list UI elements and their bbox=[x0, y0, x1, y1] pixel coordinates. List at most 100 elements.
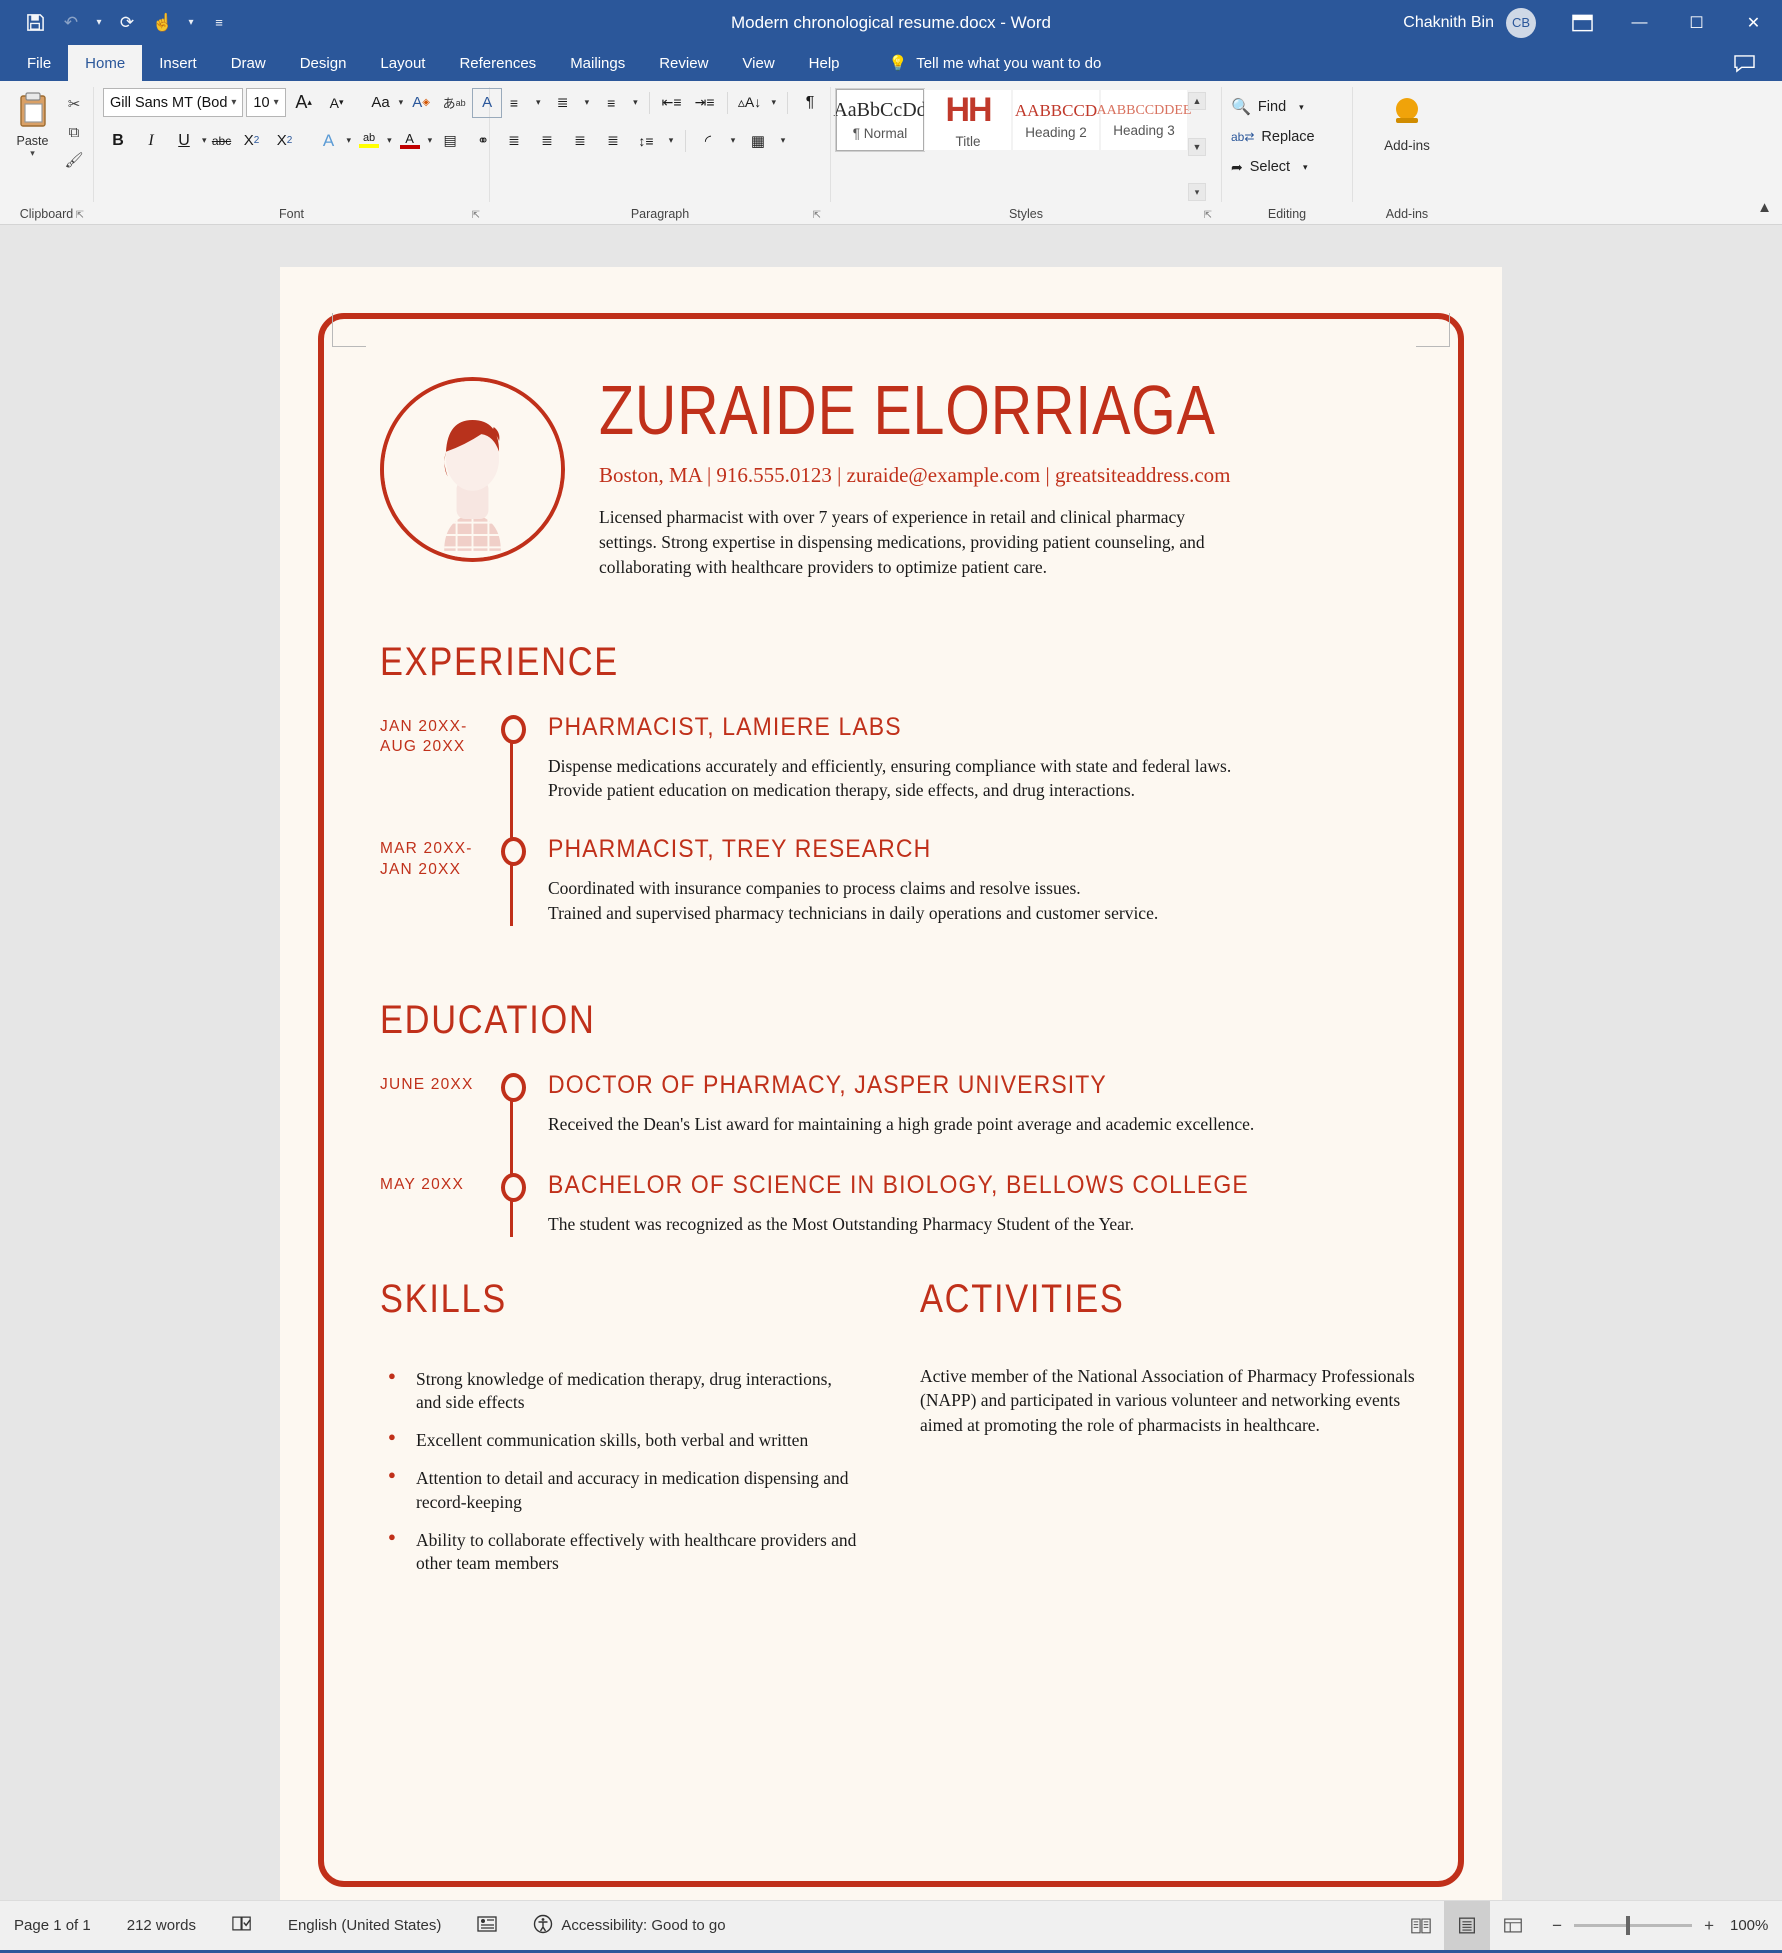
font-color-icon[interactable]: A bbox=[395, 126, 425, 156]
tab-draw[interactable]: Draw bbox=[214, 45, 283, 81]
dictate-status[interactable] bbox=[459, 1901, 515, 1950]
font-name-chevron-down-icon[interactable]: ▾ bbox=[227, 97, 240, 108]
add-ins-button[interactable]: Add-ins bbox=[1384, 86, 1430, 204]
comments-icon[interactable] bbox=[1733, 45, 1782, 81]
zoom-control[interactable]: − + bbox=[1536, 1916, 1730, 1936]
shading-icon[interactable]: ◜ bbox=[693, 126, 723, 156]
accessibility-status[interactable]: Accessibility: Good to go bbox=[515, 1901, 743, 1950]
save-icon[interactable] bbox=[18, 6, 52, 40]
font-dialog-launcher[interactable]: ⇱ bbox=[472, 210, 480, 221]
tab-review[interactable]: Review bbox=[642, 45, 725, 81]
zoom-slider-thumb[interactable] bbox=[1626, 1916, 1631, 1935]
multilevel-chevron-down-icon[interactable]: ▾ bbox=[629, 97, 642, 108]
maximize-icon[interactable]: ☐ bbox=[1668, 0, 1725, 45]
justify-icon[interactable]: ≣ bbox=[598, 126, 628, 156]
touch-mode-icon[interactable]: ☝ bbox=[146, 6, 180, 40]
style-normal[interactable]: AaBbCcDd ¶ Normal bbox=[833, 88, 927, 152]
tell-me-box[interactable]: 💡 Tell me what you want to do bbox=[857, 45, 1102, 81]
tab-layout[interactable]: Layout bbox=[363, 45, 442, 81]
cut-icon[interactable]: ✂ bbox=[60, 92, 88, 116]
borders-chevron-down-icon[interactable]: ▾ bbox=[776, 135, 790, 146]
increase-indent-icon[interactable]: ⇥≡ bbox=[690, 88, 720, 118]
sort-chevron-down-icon[interactable]: ▾ bbox=[768, 97, 781, 108]
redo-icon[interactable]: ⟳ bbox=[110, 6, 144, 40]
collapse-ribbon-icon[interactable]: ▲ bbox=[1757, 199, 1772, 216]
bold-icon[interactable]: B bbox=[103, 126, 133, 156]
undo-chevron-down-icon[interactable]: ▾ bbox=[90, 17, 108, 28]
zoom-level-label[interactable]: 100% bbox=[1730, 1917, 1782, 1934]
superscript-icon[interactable]: X2 bbox=[270, 126, 300, 156]
tab-view[interactable]: View bbox=[725, 45, 791, 81]
tab-help[interactable]: Help bbox=[792, 45, 857, 81]
italic-icon[interactable]: I bbox=[136, 126, 166, 156]
shrink-font-icon[interactable]: A ▾ bbox=[322, 88, 352, 118]
paste-chevron-down-icon[interactable]: ▾ bbox=[30, 148, 35, 159]
replace-button[interactable]: ab⇄ Replace bbox=[1227, 122, 1347, 152]
show-formatting-marks-icon[interactable]: ¶ bbox=[795, 88, 825, 118]
undo-icon[interactable]: ↶ bbox=[54, 6, 88, 40]
select-button[interactable]: ➦ Select ▾ bbox=[1227, 152, 1347, 182]
tab-design[interactable]: Design bbox=[283, 45, 364, 81]
ribbon-display-options-icon[interactable] bbox=[1554, 0, 1611, 45]
multilevel-list-icon[interactable]: ≡ bbox=[596, 88, 626, 118]
grow-font-icon[interactable]: A ▴ bbox=[289, 88, 319, 118]
line-spacing-icon[interactable]: ↕≡ bbox=[631, 126, 661, 156]
document-page[interactable]: ZURAIDE ELORRIAGA Boston, MA | 916.555.0… bbox=[280, 267, 1502, 1900]
font-size-input[interactable]: 10 ▾ bbox=[246, 88, 286, 117]
text-highlight-color-icon[interactable]: ab bbox=[354, 126, 384, 156]
underline-chevron-down-icon[interactable]: ▾ bbox=[202, 135, 207, 146]
print-layout-view-button[interactable] bbox=[1444, 1901, 1491, 1950]
align-left-icon[interactable]: ≣ bbox=[499, 126, 529, 156]
read-mode-view-button[interactable] bbox=[1398, 1901, 1444, 1950]
bullets-icon[interactable]: ≡ bbox=[499, 88, 529, 118]
language-indicator[interactable]: English (United States) bbox=[270, 1901, 459, 1950]
numbering-icon[interactable]: ≣ bbox=[548, 88, 578, 118]
highlight-chevron-down-icon[interactable]: ▾ bbox=[387, 135, 392, 146]
minimize-icon[interactable]: — bbox=[1611, 0, 1668, 45]
tab-insert[interactable]: Insert bbox=[142, 45, 214, 81]
bullets-chevron-down-icon[interactable]: ▾ bbox=[532, 97, 545, 108]
styles-more-icon[interactable]: ▾ bbox=[1188, 183, 1206, 201]
text-effects-chevron-down-icon[interactable]: ▾ bbox=[347, 135, 352, 146]
tab-references[interactable]: References bbox=[442, 45, 553, 81]
word-count[interactable]: 212 words bbox=[109, 1901, 214, 1950]
subscript-icon[interactable]: X2 bbox=[237, 126, 267, 156]
change-case-chevron-down-icon[interactable]: ▾ bbox=[399, 97, 404, 108]
customize-qat-icon[interactable]: ≡ bbox=[202, 6, 236, 40]
tab-mailings[interactable]: Mailings bbox=[553, 45, 642, 81]
align-center-icon[interactable]: ≣ bbox=[532, 126, 562, 156]
tab-home[interactable]: Home bbox=[68, 45, 143, 81]
web-layout-view-button[interactable] bbox=[1490, 1901, 1536, 1950]
line-spacing-chevron-down-icon[interactable]: ▾ bbox=[664, 135, 678, 146]
clear-formatting-icon[interactable]: A ◈ bbox=[406, 88, 436, 118]
change-case-icon[interactable]: Aa bbox=[366, 88, 396, 118]
tab-file[interactable]: File bbox=[10, 45, 68, 81]
sort-icon[interactable]: ▵A↓ bbox=[735, 88, 765, 118]
numbering-chevron-down-icon[interactable]: ▾ bbox=[581, 97, 594, 108]
clipboard-dialog-launcher[interactable]: ⇱ bbox=[76, 210, 84, 221]
shading-chevron-down-icon[interactable]: ▾ bbox=[726, 135, 740, 146]
proofing-status[interactable] bbox=[214, 1901, 270, 1950]
paragraph-dialog-launcher[interactable]: ⇱ bbox=[813, 210, 821, 221]
styles-scroll-down-icon[interactable]: ▼ bbox=[1188, 137, 1206, 156]
close-icon[interactable]: ✕ bbox=[1725, 0, 1782, 45]
avatar[interactable]: CB bbox=[1506, 7, 1536, 38]
page-indicator[interactable]: Page 1 of 1 bbox=[0, 1901, 109, 1950]
copy-icon[interactable]: ⧉ bbox=[60, 120, 88, 144]
document-canvas[interactable]: ZURAIDE ELORRIAGA Boston, MA | 916.555.0… bbox=[0, 225, 1782, 1900]
decrease-indent-icon[interactable]: ⇤≡ bbox=[657, 88, 687, 118]
underline-icon[interactable]: U bbox=[169, 126, 199, 156]
font-name-input[interactable]: Gill Sans MT (Bod ▾ bbox=[103, 88, 244, 117]
text-shading-icon[interactable]: ▤ bbox=[435, 126, 465, 156]
paste-button[interactable]: Paste ▾ bbox=[5, 86, 60, 204]
select-chevron-down-icon[interactable]: ▾ bbox=[1303, 162, 1308, 173]
find-button[interactable]: 🔍 Find ▾ bbox=[1227, 92, 1347, 122]
zoom-in-button[interactable]: + bbox=[1704, 1916, 1714, 1936]
zoom-out-button[interactable]: − bbox=[1552, 1916, 1562, 1936]
text-effects-icon[interactable]: A bbox=[314, 126, 344, 156]
style-heading-2[interactable]: AABBCCD Heading 2 bbox=[1012, 89, 1100, 151]
font-size-chevron-down-icon[interactable]: ▾ bbox=[270, 97, 283, 108]
style-heading-3[interactable]: AABBCCDDEE Heading 3 bbox=[1097, 89, 1191, 151]
borders-icon[interactable]: ▦ bbox=[743, 126, 773, 156]
align-right-icon[interactable]: ≣ bbox=[565, 126, 595, 156]
